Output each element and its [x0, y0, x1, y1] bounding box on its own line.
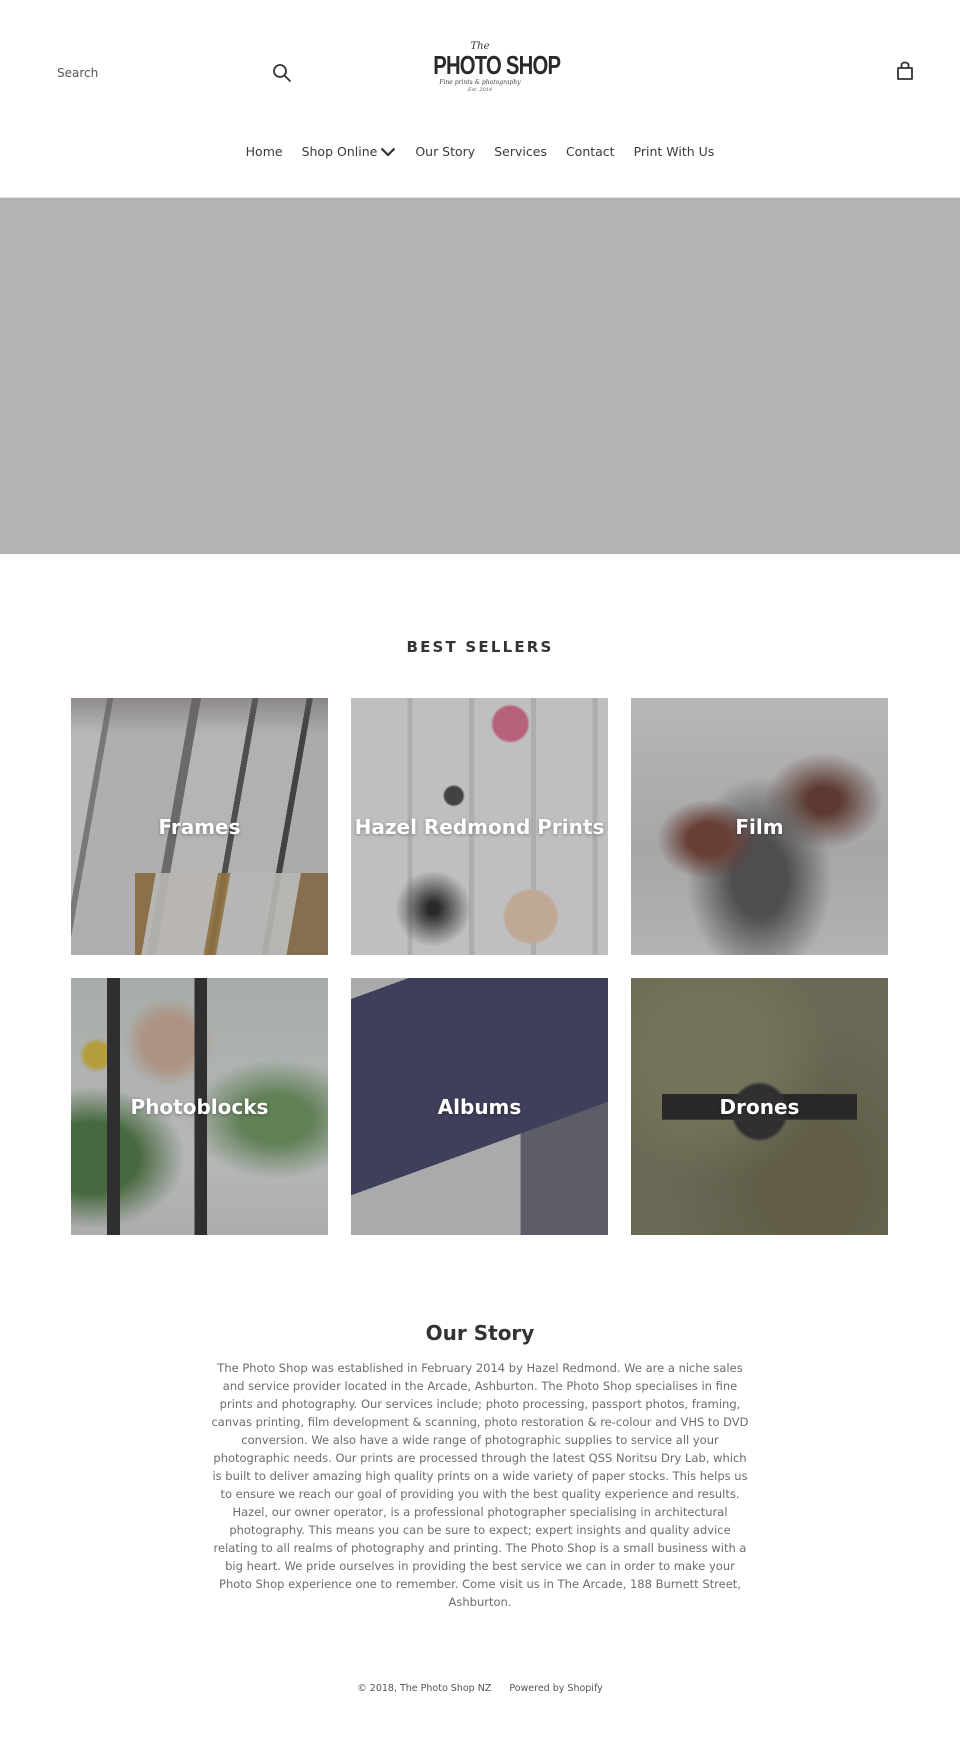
nav-label: Shop Online: [301, 144, 378, 159]
collection-tile-hazel-redmond-prints[interactable]: Hazel Redmond Prints: [351, 698, 608, 955]
site-logo[interactable]: The PHOTO SHOP Fine prints & photography…: [420, 42, 561, 104]
nav-print-with-us[interactable]: Print With Us: [624, 140, 724, 163]
our-story-section: Our Story The Photo Shop was established…: [0, 1321, 960, 1611]
collection-tile-albums[interactable]: Albums: [351, 978, 608, 1235]
story-title: Our Story: [425, 1321, 535, 1345]
search-button[interactable]: [270, 62, 294, 86]
nav-home[interactable]: Home: [236, 140, 292, 163]
best-sellers-section: BEST SELLERS Frames Hazel Redmond Prints…: [0, 638, 960, 1235]
copyright-text: © 2018, The Photo Shop NZ: [357, 1683, 492, 1694]
chevron-down-icon: [381, 147, 396, 157]
collection-label: Frames: [158, 814, 241, 839]
nav-contact[interactable]: Contact: [556, 140, 624, 163]
collection-tile-film[interactable]: Film: [631, 698, 888, 955]
main-nav: Home Shop Online Our Story Services Cont…: [0, 140, 960, 163]
collection-grid: Frames Hazel Redmond Prints Film Photobl…: [0, 698, 960, 1235]
nav-shop-online[interactable]: Shop Online: [292, 140, 406, 163]
collection-label: Film: [735, 814, 784, 839]
collection-label: Albums: [437, 1094, 522, 1119]
collection-tile-frames[interactable]: Frames: [71, 698, 328, 955]
logo-est: Est. 2014: [467, 87, 493, 93]
site-footer: © 2018, The Photo Shop NZ Powered by Sho…: [0, 1683, 960, 1763]
nav-label: Our Story: [415, 144, 476, 159]
cart-button[interactable]: [894, 60, 918, 84]
nav-label: Contact: [565, 144, 615, 159]
story-body: The Photo Shop was established in Februa…: [211, 1361, 749, 1609]
collection-tile-drones[interactable]: Drones: [631, 978, 888, 1235]
search-input[interactable]: [48, 56, 248, 90]
powered-by-link[interactable]: Powered by Shopify: [509, 1683, 602, 1763]
nav-our-story[interactable]: Our Story: [406, 140, 485, 163]
search-icon: [273, 63, 291, 82]
shopping-bag-icon: [897, 61, 913, 80]
hero-banner: [0, 198, 960, 554]
nav-label: Print With Us: [633, 144, 715, 159]
site-header: The PHOTO SHOP Fine prints & photography…: [0, 0, 960, 198]
nav-services[interactable]: Services: [485, 140, 557, 163]
nav-label: Home: [245, 144, 283, 159]
section-title: BEST SELLERS: [406, 638, 554, 656]
collection-label: Hazel Redmond Prints: [354, 814, 605, 839]
collection-label: Photoblocks: [130, 1094, 269, 1119]
nav-label: Services: [494, 144, 547, 159]
search-form: [48, 56, 298, 90]
collection-tile-photoblocks[interactable]: Photoblocks: [71, 978, 328, 1235]
logo-name: PHOTO SHOP: [433, 50, 561, 80]
collection-label: Drones: [719, 1094, 800, 1119]
